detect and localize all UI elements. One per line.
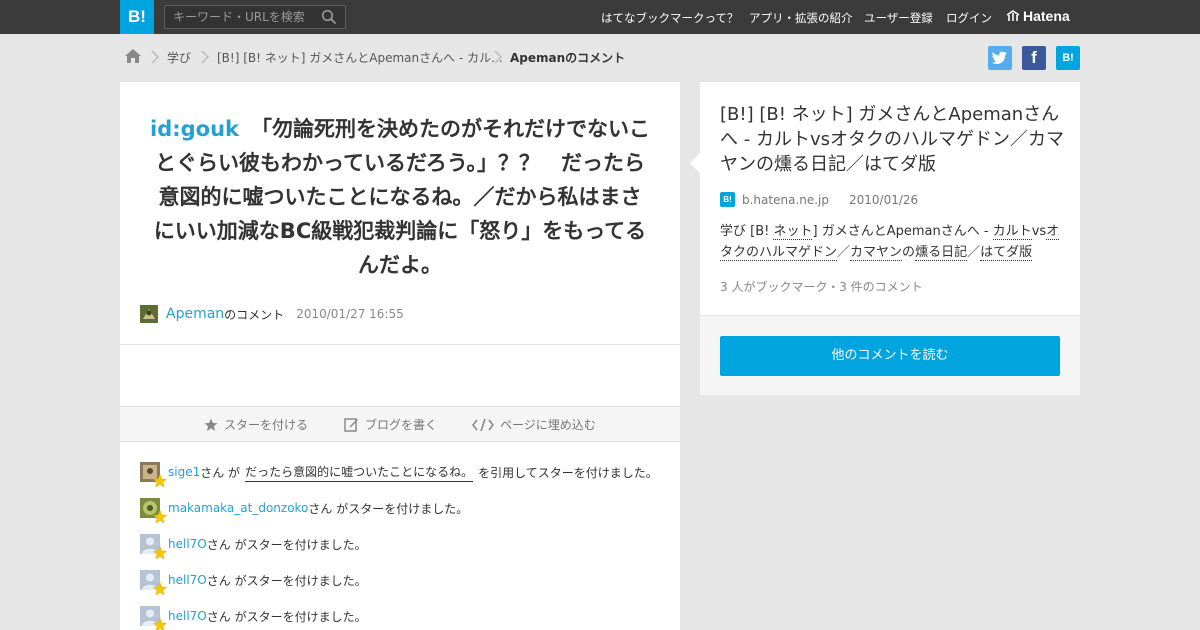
desc-text: 学び [B! (720, 224, 774, 239)
favicon-icon: B! (720, 192, 735, 207)
avatar[interactable] (140, 570, 167, 596)
twitter-share-button[interactable] (988, 46, 1012, 70)
hatena-bookmark-logo[interactable]: B! (120, 0, 154, 34)
entry-footer: 他のコメントを読む (700, 315, 1080, 395)
entry-description: 学び [B! ネット] ガメさんとApemanさんへ - カルトvsオタクのハル… (720, 221, 1065, 263)
search-icon[interactable] (321, 9, 337, 25)
code-icon (472, 418, 494, 431)
star-text: さん がスターを付けました。 (206, 537, 367, 552)
entry-title-link[interactable]: [B!] [B! ネット] ガメさんとApemanさんへ - カルトvsオタクの… (720, 102, 1065, 177)
write-blog-button[interactable]: ブログを書く (344, 416, 437, 433)
entry-source: B! b.hatena.ne.jp 2010/01/26 (720, 192, 918, 207)
hatena-mark-icon (1006, 10, 1020, 21)
star-entry: makamaka_at_donzoko さん がスターを付けました。 (140, 497, 469, 524)
comment-card: id:gouk 「勿論死刑を決めたのがそれだけでないことぐらい彼もわかっているだろ… (120, 82, 680, 630)
star-icon (153, 474, 167, 488)
desc-text: ／ (967, 245, 981, 260)
entry-info: [B!] [B! ネット] ガメさんとApemanさんへ - カルトvsオタクの… (690, 82, 1080, 315)
keyword-link[interactable]: カルト (992, 224, 1032, 240)
star-text: さん がスターを付けました。 (206, 573, 367, 588)
avatar[interactable] (140, 498, 167, 524)
star-user-link[interactable]: hell7O (168, 573, 207, 587)
avatar[interactable] (140, 305, 158, 323)
nav-register[interactable]: ユーザー登録 (864, 10, 933, 26)
chevron-right-icon (494, 50, 503, 64)
add-star-button[interactable]: スターを付ける (204, 416, 308, 433)
avatar[interactable] (140, 534, 167, 560)
desc-text: ／ (837, 245, 851, 260)
breadcrumb-entry[interactable]: [B!] [B! ネット] ガメさんとApemanさんへ - カル... (217, 49, 503, 66)
author-suffix: のコメント (224, 307, 285, 322)
avatar[interactable] (140, 462, 167, 488)
nav-about[interactable]: はてなブックマークって？ (601, 10, 738, 26)
breadcrumb-category[interactable]: 学び (167, 49, 191, 66)
star-user-link[interactable]: hell7O (168, 609, 207, 623)
embed-label: ページに埋め込む (500, 418, 596, 432)
comment-body: id:gouk 「勿論死刑を決めたのがそれだけでないことぐらい彼もわかっているだろ… (150, 112, 650, 282)
star-user-link[interactable]: makamaka_at_donzoko (168, 501, 308, 515)
star-user-link[interactable]: sige1 (168, 465, 200, 479)
mentioned-user-link[interactable]: id:gouk (150, 117, 239, 141)
keyword-link[interactable]: 燻る日記 (915, 245, 968, 261)
home-icon[interactable] (124, 48, 142, 64)
keyword-link[interactable]: はてダ版 (980, 245, 1033, 261)
star-user-link[interactable]: hell7O (168, 537, 207, 551)
star-text: さん がスターを付けました。 (308, 501, 469, 516)
chevron-right-icon (151, 50, 160, 64)
entry-domain-link[interactable]: b.hatena.ne.jp (742, 193, 829, 207)
add-star-label: スターを付ける (224, 418, 309, 432)
write-blog-label: ブログを書く (365, 418, 438, 432)
desc-text: vs (1031, 224, 1047, 239)
facebook-icon: f (1031, 48, 1037, 67)
star-text: さん がスターを付けました。 (206, 609, 367, 624)
star-icon (153, 618, 167, 630)
read-more-comments-button[interactable]: 他のコメントを読む (720, 336, 1060, 376)
nav-apps[interactable]: アプリ・拡張の紹介 (749, 10, 853, 26)
facebook-share-button[interactable]: f (1022, 46, 1046, 70)
entry-card: [B!] [B! ネット] ガメさんとApemanさんへ - カルトvsオタクの… (690, 82, 1080, 395)
hatena-bookmark-icon: B! (1062, 52, 1074, 64)
star-quote[interactable]: だったら意図的に嘘ついたことになるね。 (245, 463, 474, 482)
search-box (164, 5, 346, 29)
star-entry: hell7O さん がスターを付けました。 (140, 605, 367, 630)
desc-text: ] ガメさんとApemanさんへ - (812, 224, 993, 239)
keyword-link[interactable]: カマヤン (850, 245, 903, 261)
star-icon (204, 418, 218, 431)
author-link[interactable]: Apeman (166, 306, 224, 322)
comment-timestamp[interactable]: 2010/01/27 16:55 (296, 307, 404, 321)
entry-date: 2010/01/26 (849, 192, 919, 207)
avatar[interactable] (140, 606, 167, 630)
comment-text: 「勿論死刑を決めたのがそれだけでないことぐらい彼もわかっているだろう。」？？ だ… (153, 117, 651, 277)
bookmark-count: 3 人がブックマーク・3 件のコメント (720, 280, 923, 294)
divider (120, 344, 680, 345)
star-text: さん が (200, 465, 241, 480)
card-pointer (690, 152, 701, 174)
twitter-icon (992, 51, 1007, 64)
star-entry: hell7O さん がスターを付けました。 (140, 569, 367, 596)
hatena-brand-text: Hatena (1023, 8, 1070, 24)
top-bar: B! はてなブックマークって？ アプリ・拡張の紹介 ユーザー登録 ログイン Ha… (0, 0, 1200, 34)
hatena-share-button[interactable]: B! (1056, 46, 1080, 70)
comment-meta: Apeman のコメント 2010/01/27 16:55 (140, 304, 404, 324)
action-bar: スターを付ける ブログを書く ページに埋め込む (120, 406, 680, 442)
chevron-right-icon (201, 50, 210, 64)
keyword-link[interactable]: ネット (773, 224, 813, 240)
nav-login[interactable]: ログイン (946, 10, 992, 26)
star-text: を引用してスターを付けました。 (478, 465, 658, 480)
star-entry: hell7O さん がスターを付けました。 (140, 533, 367, 560)
hatena-brand-link[interactable]: Hatena (1006, 8, 1070, 24)
star-icon (153, 546, 167, 560)
search-input[interactable] (173, 8, 313, 26)
breadcrumb-current: Apemanのコメント (510, 51, 626, 65)
edit-icon (344, 418, 358, 432)
embed-button[interactable]: ページに埋め込む (472, 416, 596, 433)
star-icon (153, 582, 167, 596)
desc-text: の (902, 245, 916, 260)
star-icon (153, 510, 167, 524)
star-entry: sige1 さん が だったら意図的に嘘ついたことになるね。 を引用してスターを… (140, 461, 658, 488)
